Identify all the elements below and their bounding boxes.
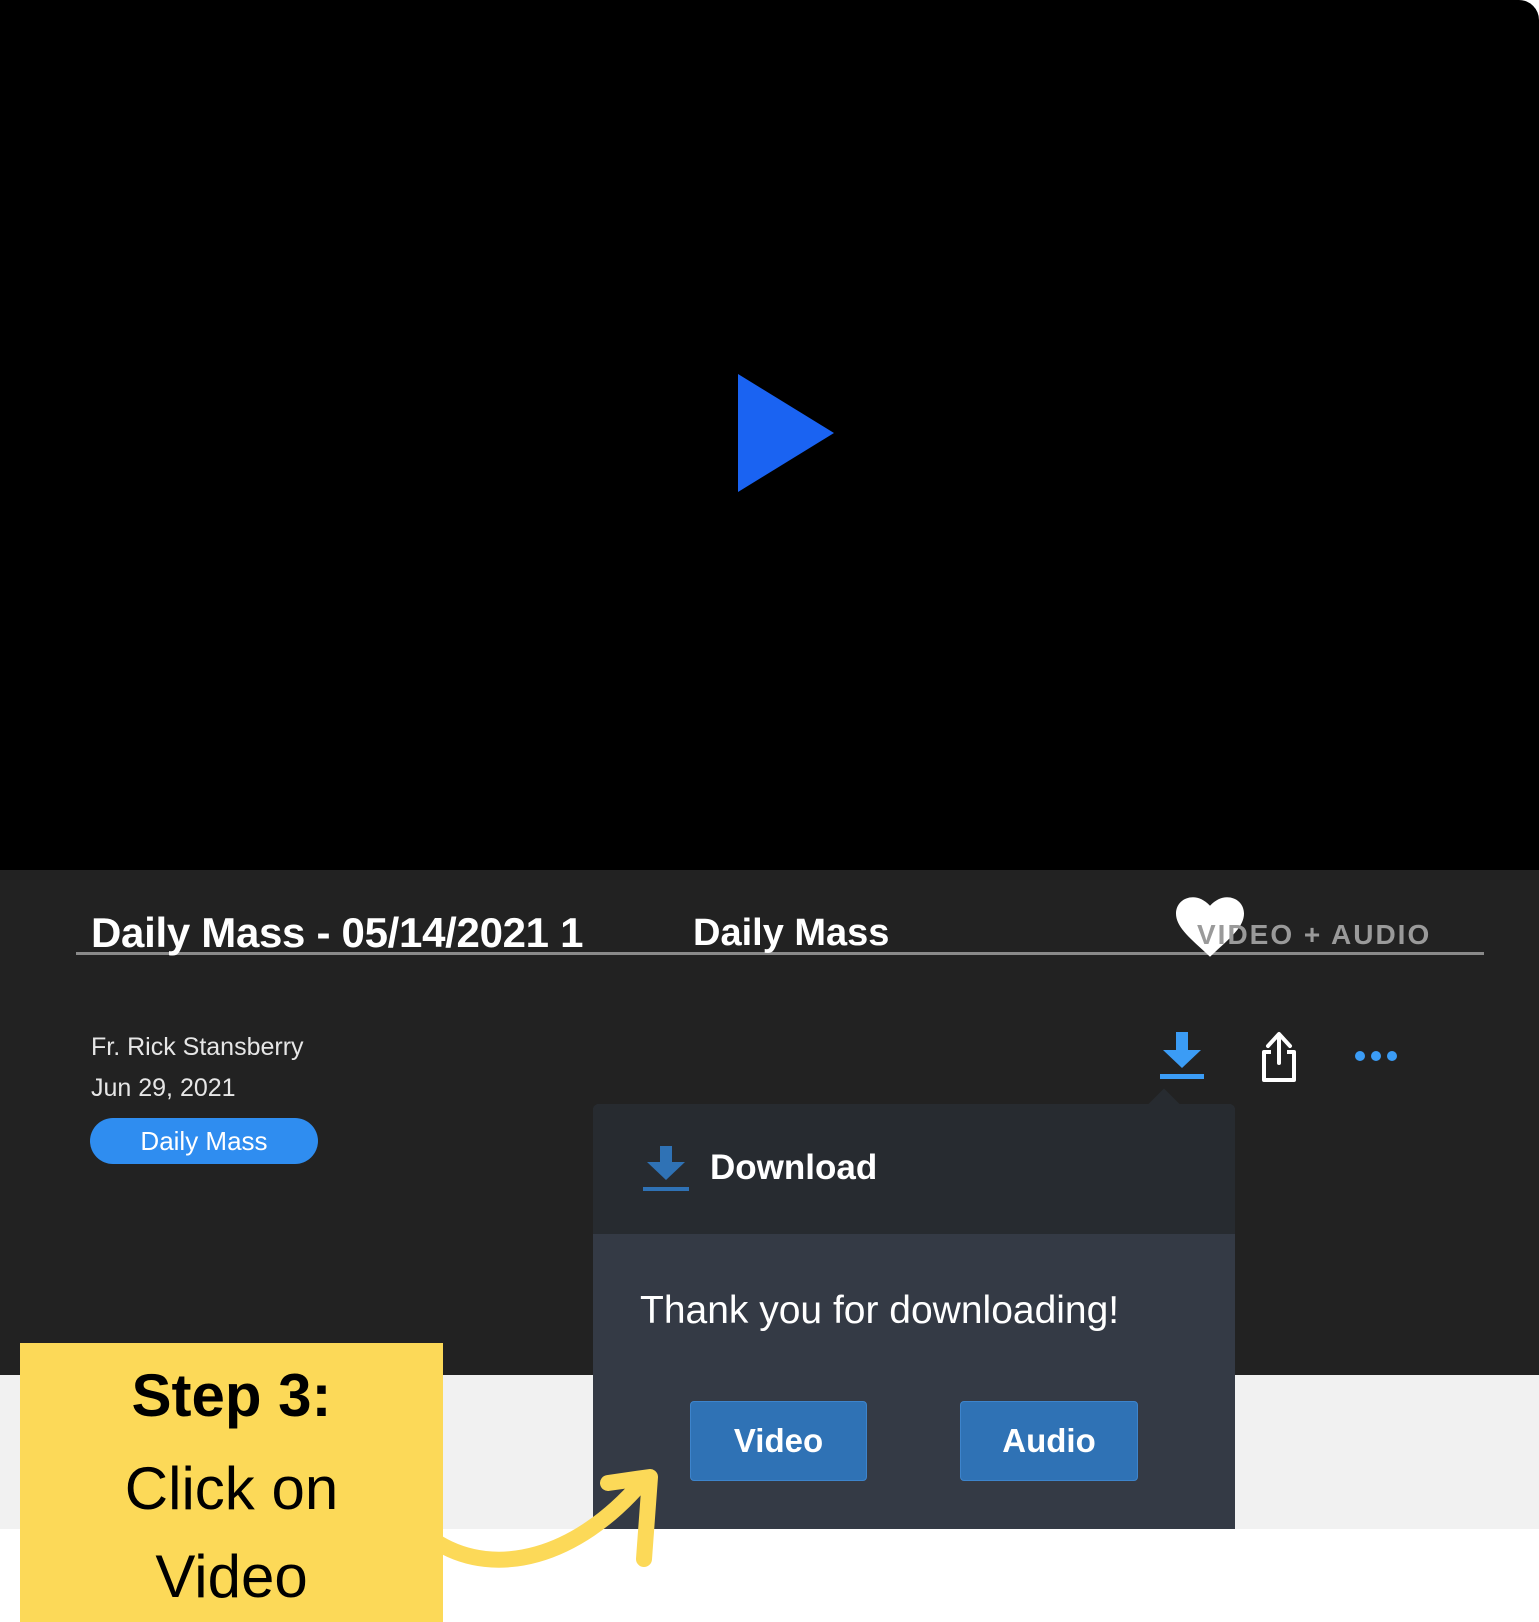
step-instruction: Click on Video [124, 1455, 339, 1610]
media-type-label: VIDEO + AUDIO [1197, 919, 1432, 950]
step-callout: Step 3: Click on Video [20, 1343, 443, 1622]
download-video-button[interactable]: Video [690, 1401, 867, 1481]
thank-you-message: Thank you for downloading! [640, 1289, 1120, 1332]
series-name[interactable]: Daily Mass [693, 912, 889, 955]
share-icon[interactable] [1259, 1030, 1299, 1084]
download-audio-button[interactable]: Audio [960, 1401, 1138, 1481]
speaker-name[interactable]: Fr. Rick Stansberry [91, 1033, 304, 1062]
play-button[interactable] [738, 374, 834, 492]
download-popover: Download Thank you for downloading! Vide… [593, 1088, 1235, 1529]
video-player[interactable] [0, 0, 1539, 870]
download-icon[interactable] [1157, 1030, 1207, 1080]
title-row: Daily Mass - 05/14/2021 1 Daily Mass VID… [76, 897, 1484, 957]
play-icon [738, 374, 834, 492]
popover-header: Download [593, 1104, 1235, 1234]
publish-date: Jun 29, 2021 [91, 1074, 236, 1102]
popover-title: Download [710, 1148, 878, 1187]
step-number: Step 3: [131, 1362, 332, 1429]
more-icon[interactable] [1354, 1046, 1398, 1066]
media-title: Daily Mass - 05/14/2021 1 [91, 909, 584, 956]
pointer-arrow-icon [436, 1463, 686, 1573]
tutorial-screenshot: Daily Mass - 05/14/2021 1 Daily Mass VID… [0, 0, 1539, 1622]
category-tag[interactable]: Daily Mass [90, 1118, 318, 1164]
download-icon [641, 1146, 691, 1192]
